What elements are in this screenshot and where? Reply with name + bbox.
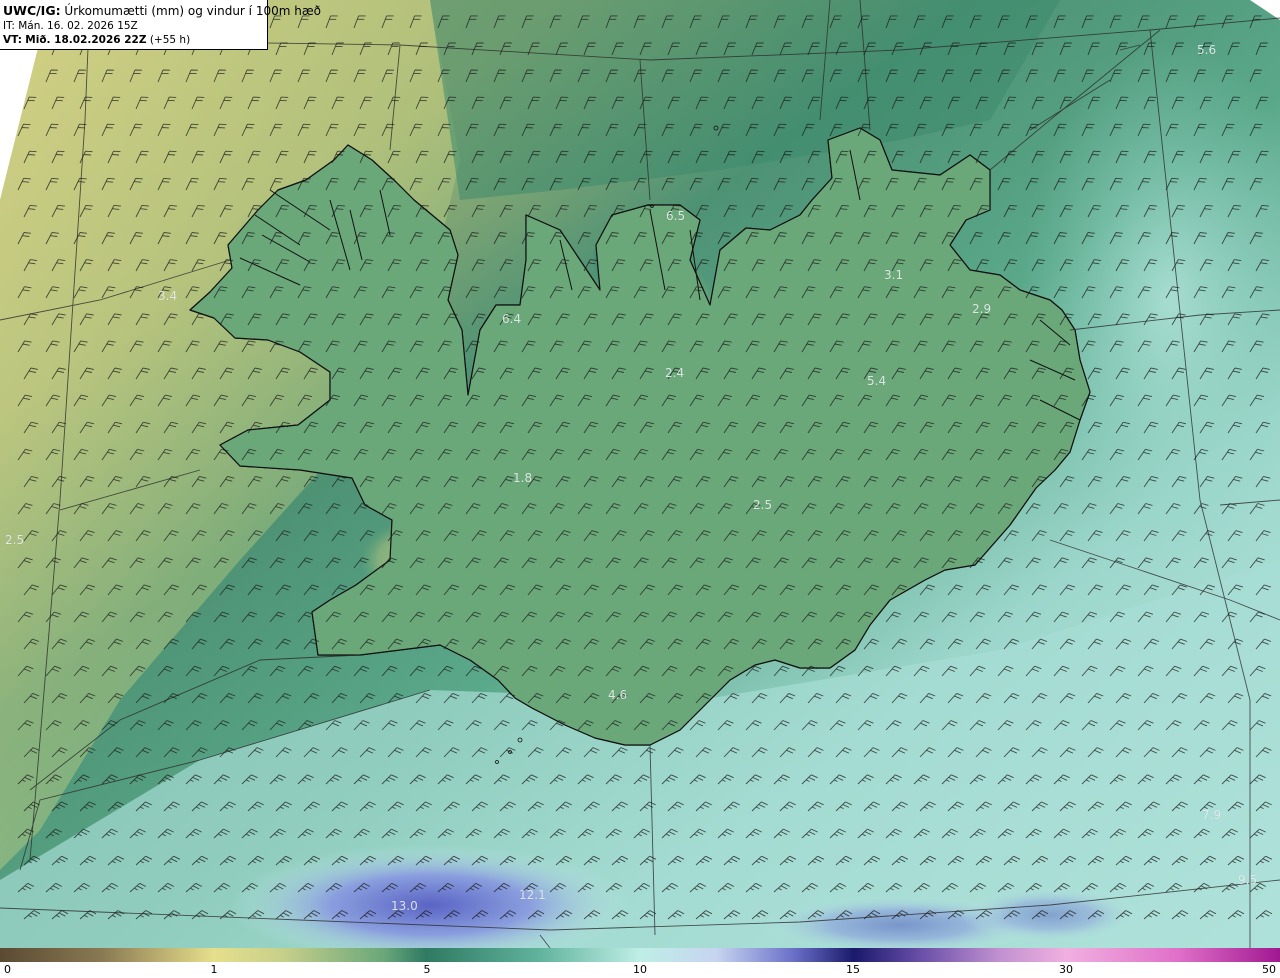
map-viewport: 5.6 6.5 3.4 6.4 3.1 2.9 2.4 5.4 1.8 2.5 … bbox=[0, 0, 1280, 978]
precipitation-colorbar bbox=[0, 948, 1280, 962]
valid-prefix: VT: bbox=[3, 34, 22, 46]
valid-time-line: VT: Mið. 18.02.2026 22Z (+55 h) bbox=[3, 33, 264, 47]
value-label: 2.4 bbox=[665, 366, 685, 380]
colorbar-tick: 50 bbox=[1262, 963, 1276, 976]
product-title: UWC/IG: Úrkomumætti (mm) og vindur í 100… bbox=[3, 3, 321, 19]
value-label: 13.0 bbox=[391, 899, 418, 913]
value-label: 5.6 bbox=[1197, 43, 1217, 57]
lead-time: (+55 h) bbox=[149, 34, 191, 46]
colorbar-tick: 1 bbox=[210, 963, 218, 976]
colorbar-tick: 15 bbox=[846, 963, 860, 976]
value-label: 3.1 bbox=[884, 268, 904, 282]
map-title-box: UWC/IG: Úrkomumætti (mm) og vindur í 100… bbox=[0, 0, 321, 50]
colorbar-tick: 30 bbox=[1059, 963, 1073, 976]
value-label: 6.4 bbox=[502, 312, 522, 326]
colorbar-ticks: 0 1 5 10 15 30 50 bbox=[0, 962, 1280, 978]
value-label: 12.1 bbox=[519, 888, 546, 902]
value-label: 6.5 bbox=[666, 209, 686, 223]
model-label: UWC/IG: bbox=[3, 3, 61, 18]
colorbar-tick: 10 bbox=[633, 963, 647, 976]
value-label: 1.8 bbox=[513, 471, 533, 485]
value-label: 4.6 bbox=[608, 688, 628, 702]
colorbar-tick: 0 bbox=[4, 963, 11, 976]
value-label: 3.4 bbox=[158, 289, 178, 303]
product-name: Úrkomumætti (mm) og vindur í 100m hæð bbox=[64, 4, 321, 18]
valid-time: Mið. 18.02.2026 22Z bbox=[25, 34, 147, 46]
value-label: 2.5 bbox=[753, 498, 773, 512]
value-label: 9.5 bbox=[1238, 873, 1258, 887]
colorbar-tick: 5 bbox=[423, 963, 431, 976]
value-label: 7.9 bbox=[1202, 808, 1222, 822]
value-label: 2.9 bbox=[972, 302, 992, 316]
value-label: 5.4 bbox=[867, 374, 887, 388]
init-time: IT: Mán. 16. 02. 2026 15Z bbox=[3, 20, 138, 32]
precipitation-wind-map bbox=[0, 0, 1280, 948]
value-label: 2.5 bbox=[5, 533, 25, 547]
